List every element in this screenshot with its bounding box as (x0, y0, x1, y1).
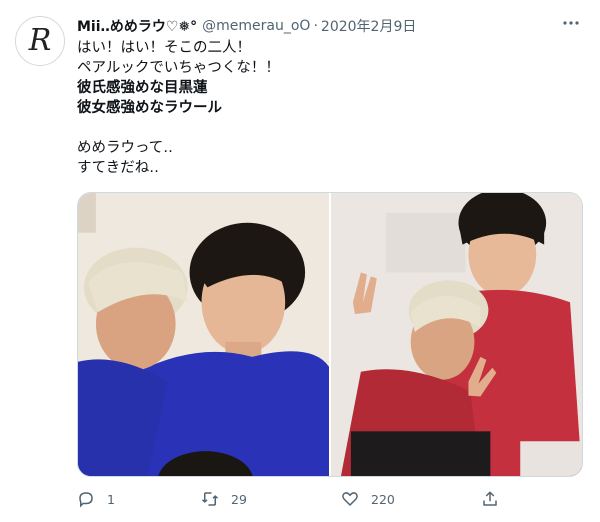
reply-icon (79, 492, 93, 508)
retweet-count: 29 (231, 491, 247, 507)
tweet-text-line: 彼女感強めなラウール (77, 100, 222, 116)
photo-two-men-blue-shirts-icon (78, 193, 329, 476)
like-count: 220 (371, 491, 395, 507)
avatar[interactable]: R (15, 16, 65, 66)
heart-icon (342, 492, 358, 506)
tweet-actions: 1 29 220 (77, 487, 587, 511)
tweet-text-line: ペアルックでいちゃつくな！！ (77, 60, 280, 76)
like-button[interactable]: 220 (341, 487, 395, 511)
tweet-text-blank-line (77, 118, 577, 138)
reply-button[interactable]: 1 (77, 487, 115, 511)
photo-two-men-red-shirts-icon (331, 193, 582, 476)
reply-count: 1 (107, 491, 115, 507)
tweet-text: はい！はい！そこの二人！ ペアルックでいちゃつくな！！ 彼氏感強めな目黒蓮 彼女… (77, 38, 577, 178)
display-name[interactable]: Mii‥めめラウ♡❅° (77, 16, 197, 36)
tweet-date[interactable]: 2020年2月9日 (321, 16, 416, 36)
media-photo-left[interactable] (78, 193, 329, 476)
tweet-media[interactable] (77, 192, 583, 477)
tweet-text-line: はい！はい！そこの二人！ (77, 40, 251, 56)
tweet-card[interactable]: R Mii‥めめラウ♡❅° @memerau_oO · 2020年2月9日 はい… (0, 0, 600, 522)
retweet-icon (201, 492, 219, 506)
avatar-letter: R (28, 23, 52, 58)
retweet-button[interactable]: 29 (201, 487, 247, 511)
tweet-text-line: めめラウって‥ (77, 140, 173, 156)
share-button[interactable] (481, 487, 499, 511)
media-photo-right[interactable] (331, 193, 582, 476)
tweet-text-line: 彼氏感強めな目黒蓮 (77, 80, 208, 96)
more-options-icon[interactable] (560, 12, 582, 34)
share-icon (483, 491, 497, 506)
header-separator: · (313, 18, 318, 34)
tweet-header: Mii‥めめラウ♡❅° @memerau_oO · 2020年2月9日 (77, 16, 570, 36)
user-handle[interactable]: @memerau_oO (202, 18, 310, 34)
tweet-text-line: すてきだね‥ (77, 160, 159, 176)
